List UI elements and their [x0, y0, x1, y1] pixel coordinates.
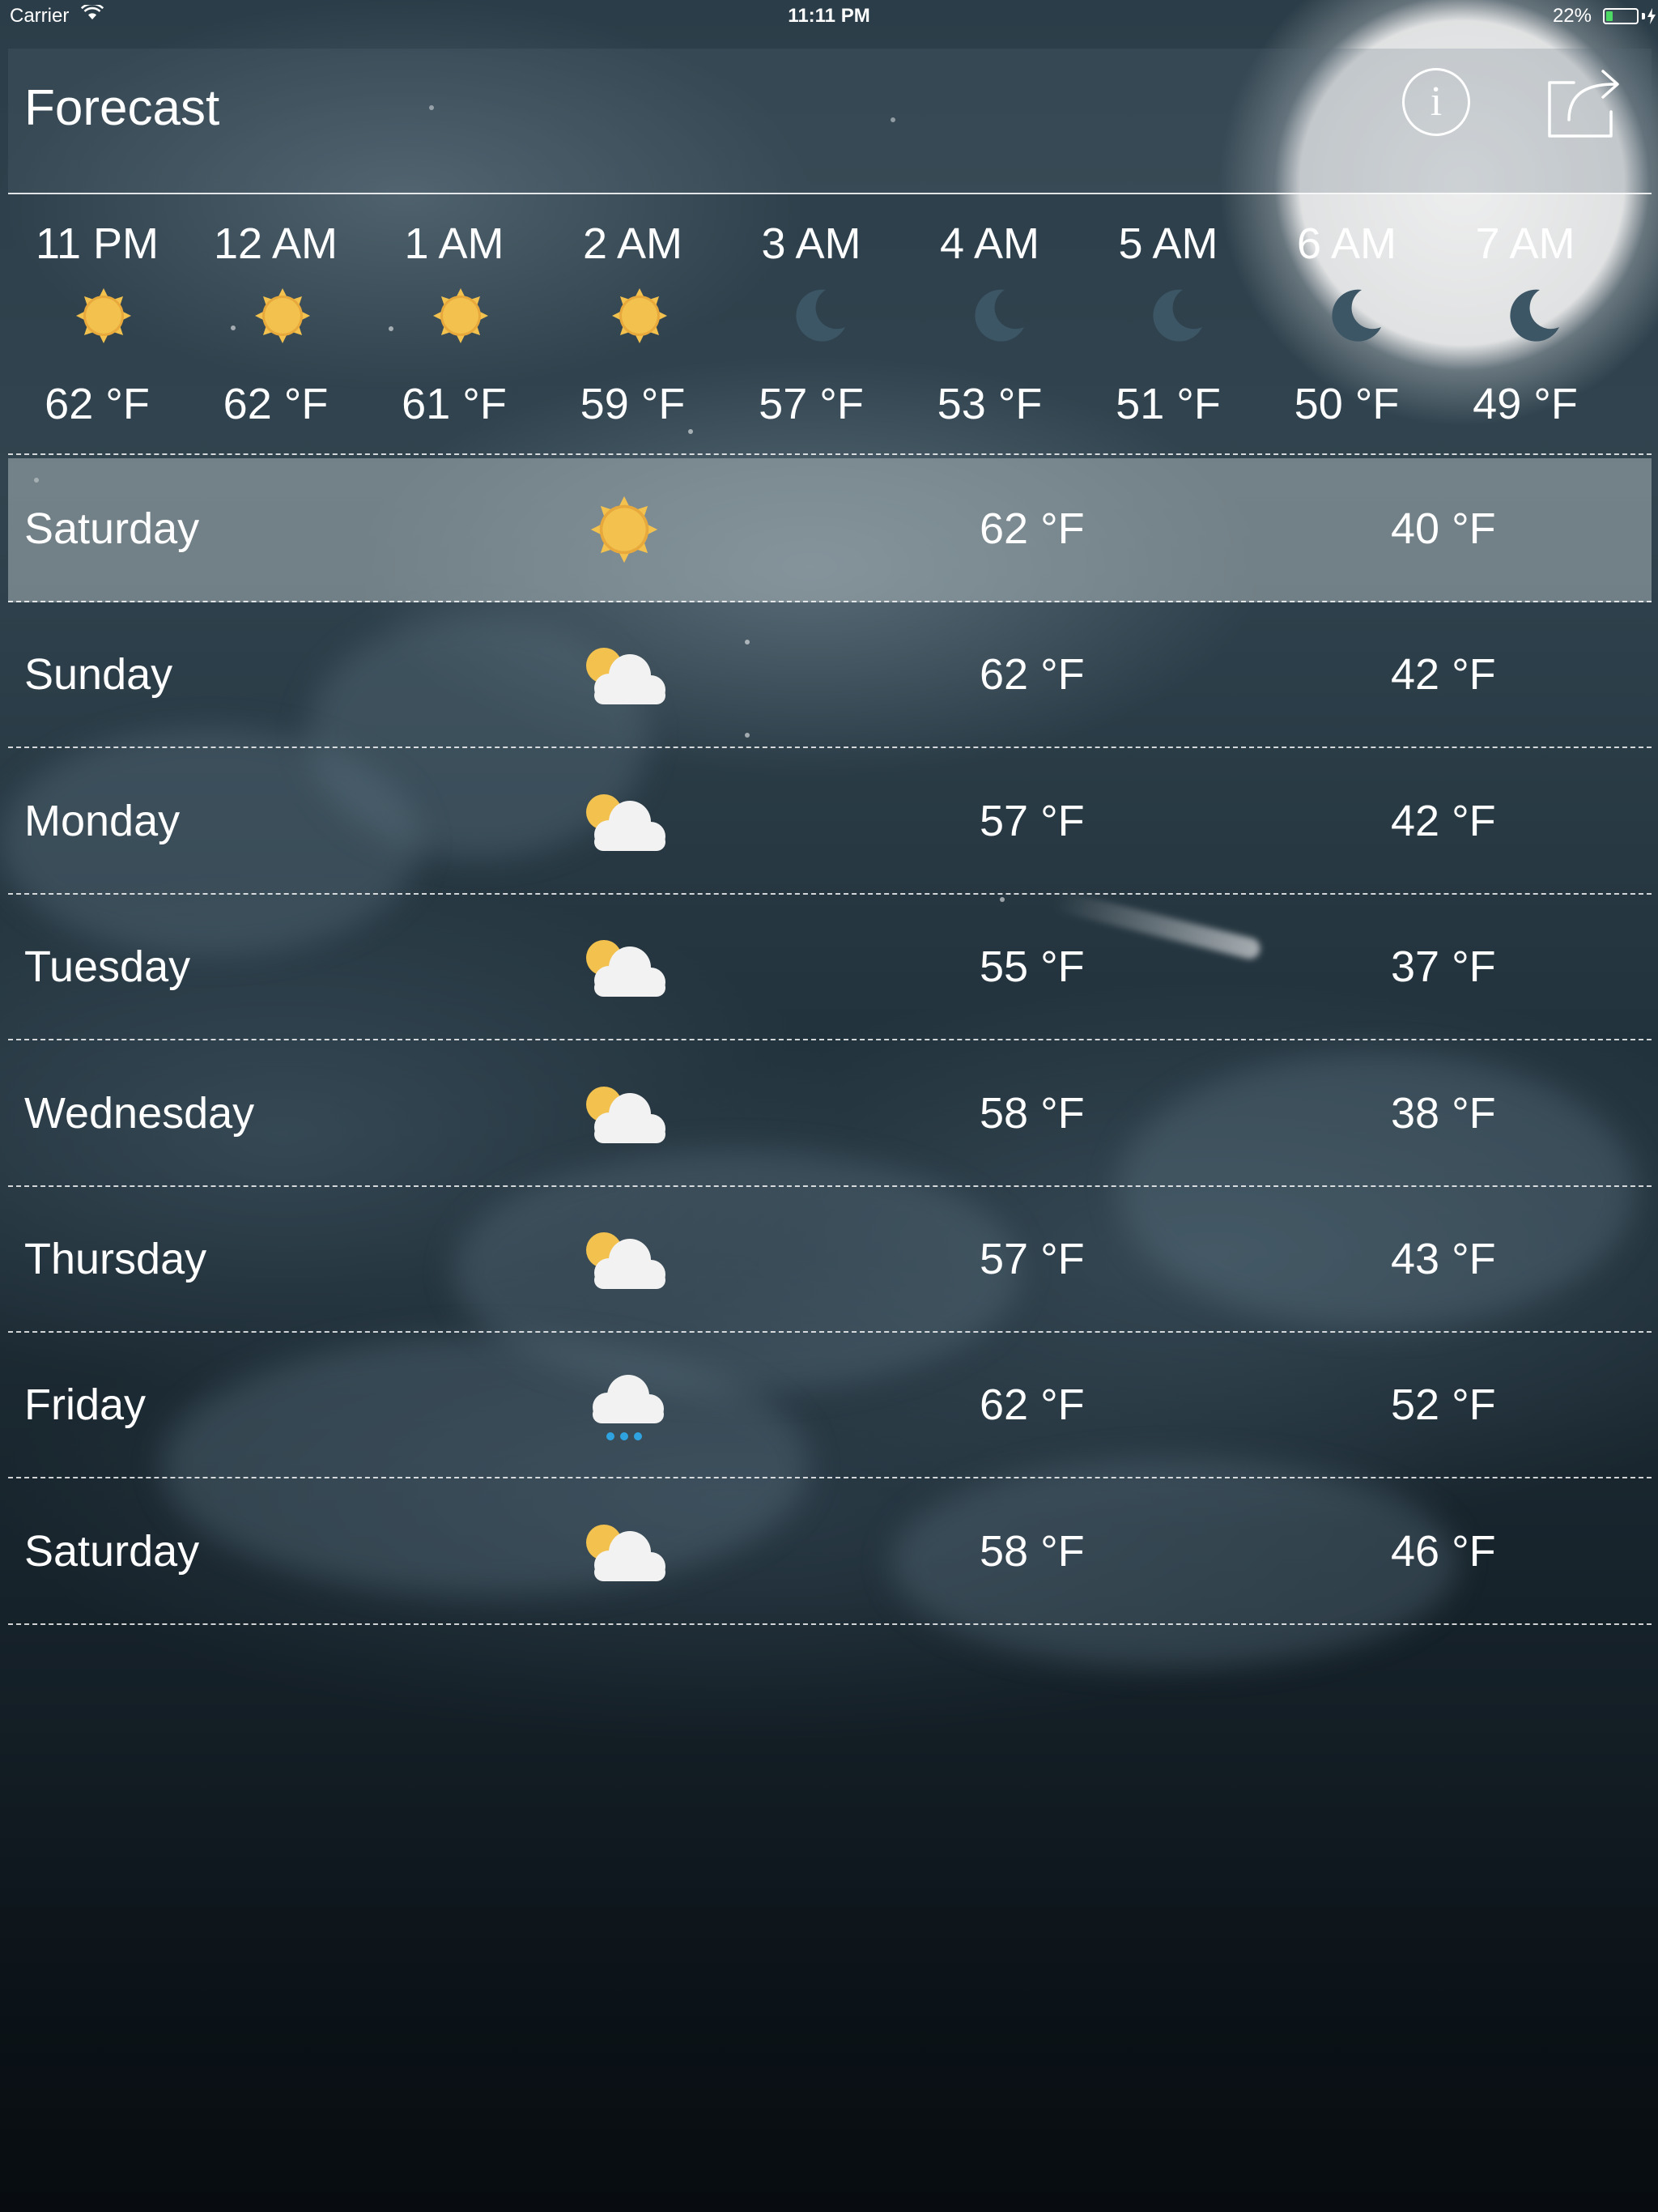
hour-time: 1 AM [404, 219, 504, 268]
hour-temp: 57 °F [759, 380, 864, 428]
partly-cloudy-icon [580, 785, 669, 859]
moon-icon [1323, 285, 1384, 347]
daily-row-saturday[interactable]: Saturday 58 °F 46 °F [8, 1481, 1652, 1625]
daily-row-wednesday[interactable]: Wednesday 58 °F 38 °F [8, 1043, 1652, 1187]
partly-cloudy-icon [580, 1077, 669, 1151]
high-temp: 62 °F [980, 1380, 1085, 1430]
hourly-forecast: 11 PM 62 °F 12 AM 62 °F 1 AM 61 °F 2 AM 59 °F 3 … [0, 194, 1658, 453]
daily-row-friday[interactable]: Friday 62 °F 52 °F [8, 1334, 1652, 1479]
high-temp: 57 °F [980, 1235, 1085, 1283]
header-bar: Forecast i [8, 49, 1652, 194]
battery-cap [1642, 13, 1645, 19]
hour-time: 3 AM [761, 219, 861, 268]
day-name: Wednesday [24, 1088, 255, 1138]
hour-time: 11 PM [35, 219, 159, 268]
hour-time: 2 AM [582, 219, 683, 268]
partly-cloudy-icon [580, 1515, 669, 1589]
share-icon [1548, 70, 1619, 138]
battery-percent: 22% [1552, 5, 1592, 27]
low-temp: 52 °F [1391, 1380, 1496, 1430]
hour-temp: 50 °F [1294, 380, 1400, 428]
hour-temp: 59 °F [580, 380, 686, 428]
hour-time: 7 AM [1475, 219, 1575, 268]
high-temp: 57 °F [980, 796, 1085, 845]
status-time: 11:11 PM [788, 5, 870, 27]
daily-row-sunday[interactable]: Sunday 62 °F 42 °F [8, 604, 1652, 749]
low-temp: 42 °F [1391, 796, 1496, 845]
moon-icon [966, 285, 1027, 347]
sun-icon [430, 285, 491, 347]
day-name: Friday [24, 1380, 147, 1430]
daily-row-thursday[interactable]: Thursday 57 °F 43 °F [8, 1189, 1652, 1333]
daily-row-saturday[interactable]: Saturday 62 °F 40 °F [8, 458, 1652, 602]
hour-temp: 62 °F [223, 380, 329, 428]
partly-cloudy-icon [580, 1223, 669, 1297]
low-temp: 40 °F [1391, 504, 1496, 553]
day-name: Saturday [24, 1526, 200, 1576]
sun-icon [252, 285, 313, 347]
hour-temp: 62 °F [45, 380, 150, 428]
partly-cloudy-icon [580, 638, 669, 713]
sun-icon [609, 285, 670, 347]
low-temp: 42 °F [1391, 650, 1496, 700]
day-name: Saturday [24, 504, 200, 553]
sun-icon [580, 492, 669, 567]
hour-temp: 61 °F [402, 380, 507, 428]
high-temp: 62 °F [980, 650, 1085, 700]
high-temp: 58 °F [980, 1088, 1085, 1138]
low-temp: 38 °F [1391, 1088, 1496, 1138]
hour-temp: 49 °F [1473, 380, 1578, 428]
day-name: Sunday [24, 650, 173, 700]
daily-row-monday[interactable]: Monday 57 °F 42 °F [8, 751, 1652, 895]
status-bar: Carrier 11:11 PM 22% [0, 0, 1658, 32]
hour-time: 6 AM [1296, 219, 1397, 268]
rain-icon [580, 1368, 669, 1443]
hour-temp: 51 °F [1116, 380, 1221, 428]
info-button[interactable]: i [1402, 68, 1470, 136]
sun-icon [73, 285, 134, 347]
high-temp: 58 °F [980, 1526, 1085, 1576]
daily-row-tuesday[interactable]: Tuesday 55 °F 37 °F [8, 896, 1652, 1041]
info-icon: i [1430, 79, 1443, 125]
low-temp: 46 °F [1391, 1526, 1496, 1576]
day-name: Thursday [24, 1235, 207, 1283]
hour-time: 4 AM [939, 219, 1040, 268]
low-temp: 43 °F [1391, 1235, 1496, 1283]
low-temp: 37 °F [1391, 942, 1496, 992]
hour-temp: 53 °F [937, 380, 1043, 428]
day-name: Tuesday [24, 942, 191, 992]
high-temp: 62 °F [980, 504, 1085, 553]
moon-icon [1144, 285, 1205, 347]
hour-time: 12 AM [213, 219, 338, 268]
high-temp: 55 °F [980, 942, 1085, 992]
hour-time: 5 AM [1118, 219, 1218, 268]
moon-icon [1501, 285, 1562, 347]
share-button[interactable] [1545, 63, 1626, 141]
battery-icon [1603, 8, 1639, 24]
hourly-divider [8, 453, 1652, 455]
partly-cloudy-icon [580, 930, 669, 1005]
moon-icon [787, 285, 848, 347]
page-title: Forecast [24, 80, 220, 136]
charging-bolt-icon [1647, 8, 1656, 24]
battery-level-fill [1606, 11, 1613, 21]
day-name: Monday [24, 796, 181, 845]
